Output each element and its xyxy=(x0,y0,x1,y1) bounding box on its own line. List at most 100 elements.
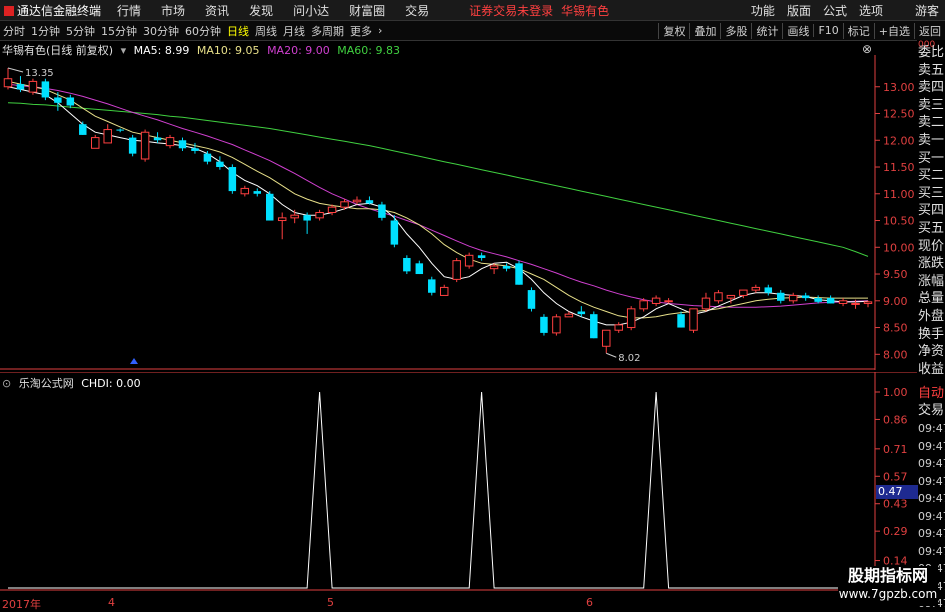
date-april: 4 xyxy=(108,596,115,609)
app-logo-icon xyxy=(4,6,14,16)
period-weekly[interactable]: 周线 xyxy=(252,23,280,39)
candle-body-60 xyxy=(751,286,761,291)
period-intraday[interactable]: 分时 xyxy=(0,23,28,39)
period-60min[interactable]: 60分钟 xyxy=(182,23,224,39)
sub-y-tick-label-2: 0.29 xyxy=(883,525,908,538)
btn-f10[interactable]: F10 xyxy=(813,24,842,37)
menu-options[interactable]: 选项 xyxy=(853,2,889,19)
panel-item-0[interactable]: 委比 xyxy=(918,45,944,61)
panel-item-13[interactable]: 涨幅 xyxy=(918,274,944,290)
menu-formula[interactable]: 公式 xyxy=(817,2,853,19)
panel-auto[interactable]: 自动 xyxy=(918,386,944,402)
panel-item-3[interactable]: 卖三 xyxy=(918,98,944,114)
candle-body-48 xyxy=(602,329,611,347)
btn-overlay[interactable]: 叠加 xyxy=(689,22,720,39)
panel-item-5[interactable]: 卖一 xyxy=(918,133,944,149)
candle-body-20 xyxy=(253,191,262,194)
panel-item-9[interactable]: 买四 xyxy=(918,203,944,219)
menu-bar: 通达信金融终端 行情 市场 资讯 发现 问小达 财富圈 交易 证券交易未登录 华… xyxy=(0,0,945,21)
btn-multi-stock[interactable]: 多股 xyxy=(720,22,751,39)
btn-add-favorite[interactable]: +自选 xyxy=(873,22,914,39)
btn-mark[interactable]: 标记 xyxy=(842,22,874,39)
candlestick-chart[interactable]: 8.00 8.50 9.00 9.50 10.00 10.50 11.00 11.50 12.0… xyxy=(0,55,917,370)
candle-body-29 xyxy=(365,200,374,204)
btn-back[interactable]: 返回 xyxy=(914,22,945,39)
period-15min[interactable]: 15分钟 xyxy=(98,23,140,39)
period-more[interactable]: 更多 xyxy=(347,23,375,39)
menu-layout[interactable]: 版面 xyxy=(781,2,817,19)
candle-body-59 xyxy=(739,289,748,296)
chevron-right-icon[interactable]: › xyxy=(375,24,385,37)
panel-item-15[interactable]: 外盘 xyxy=(918,309,944,325)
candle-body-24 xyxy=(303,215,311,221)
user-label[interactable]: 游客 xyxy=(909,2,945,19)
watermark-logo: 股期指标网 www.7gpzb.com xyxy=(838,566,938,606)
panel-item-8[interactable]: 买三 xyxy=(918,186,944,202)
candle-body-21 xyxy=(266,193,274,221)
candle-body-65 xyxy=(814,298,822,302)
menu-item-ask[interactable]: 问小达 xyxy=(283,2,339,19)
period-1min[interactable]: 1分钟 xyxy=(28,23,63,39)
menu-item-wealth[interactable]: 财富圈 xyxy=(339,2,395,19)
candle-body-5 xyxy=(66,97,75,106)
panel-item-12[interactable]: 涨跌 xyxy=(918,256,944,272)
panel-item-18[interactable]: 收益 xyxy=(918,362,944,378)
y-tick-label-3: 9.50 xyxy=(883,268,908,281)
date-may: 5 xyxy=(327,596,334,609)
panel-item-2[interactable]: 卖四 xyxy=(918,80,944,96)
btn-draw-line[interactable]: 画线 xyxy=(782,22,813,39)
period-30min[interactable]: 30分钟 xyxy=(140,23,182,39)
candle-body-0 xyxy=(3,78,13,88)
sub-y-tick-label-6: 0.86 xyxy=(883,413,908,426)
candle-body-49 xyxy=(614,324,623,331)
low-marker-line xyxy=(606,352,617,358)
menu-function[interactable]: 功能 xyxy=(745,2,781,19)
date-june: 6 xyxy=(586,596,593,609)
btn-statistics[interactable]: 统计 xyxy=(751,22,782,39)
y-tick-label-1: 8.50 xyxy=(883,322,908,335)
panel-time-3: 09:47 xyxy=(918,474,945,488)
panel-item-16[interactable]: 换手 xyxy=(918,327,944,343)
panel-item-14[interactable]: 总量 xyxy=(918,291,944,307)
menu-item-quotes[interactable]: 行情 xyxy=(107,2,151,19)
stock-name: 华锡有色 xyxy=(561,3,610,18)
candle-body-18 xyxy=(228,167,237,192)
panel-time-6: 09:47 xyxy=(918,527,945,540)
btn-restore-rights[interactable]: 复权 xyxy=(658,22,689,39)
menu-item-trade[interactable]: 交易 xyxy=(395,2,439,19)
y-tick-label-4: 10.00 xyxy=(883,241,915,254)
panel-item-7[interactable]: 买二 xyxy=(918,168,944,184)
candle-body-37 xyxy=(464,254,474,267)
panel-item-1[interactable]: 卖五 xyxy=(918,63,944,79)
app-title-text: 通达信金融终端 xyxy=(17,3,102,18)
panel-time-1: 09:47 xyxy=(918,439,945,453)
chart-close-icon[interactable]: ⊗ xyxy=(862,42,872,56)
candle-body-45 xyxy=(564,313,574,318)
y-tick-label-9: 12.50 xyxy=(883,108,915,121)
candle-body-12 xyxy=(153,137,162,141)
period-monthly[interactable]: 月线 xyxy=(280,23,308,39)
candle-body-62 xyxy=(777,292,785,301)
candle-body-54 xyxy=(677,314,685,328)
panel-item-4[interactable]: 卖二 xyxy=(918,115,944,131)
candle-body-26 xyxy=(327,206,337,214)
period-5min[interactable]: 5分钟 xyxy=(63,23,98,39)
panel-item-17[interactable]: 净资 xyxy=(918,344,944,360)
y-tick-label-0: 8.00 xyxy=(883,348,908,361)
candle-body-55 xyxy=(689,308,698,331)
event-marker-icon xyxy=(130,358,138,364)
toolbar-right: 复权 叠加 多股 统计 画线 F10 标记 +自选 返回 xyxy=(658,21,945,40)
indicator-chart[interactable]: 0.000.140.290.430.570.710.861.00 xyxy=(0,372,917,591)
candle-body-34 xyxy=(428,279,436,293)
panel-trade[interactable]: 交易 xyxy=(918,403,944,419)
menu-item-news[interactable]: 资讯 xyxy=(195,2,239,19)
candle-body-11 xyxy=(140,131,150,160)
menu-item-market[interactable]: 市场 xyxy=(151,2,195,19)
login-notice[interactable]: 证券交易未登录 xyxy=(469,2,553,19)
panel-item-11[interactable]: 现价 xyxy=(918,239,944,255)
period-daily[interactable]: 日线 xyxy=(224,23,252,39)
panel-item-6[interactable]: 买一 xyxy=(918,151,944,167)
panel-item-10[interactable]: 买五 xyxy=(918,221,944,237)
menu-item-discover[interactable]: 发现 xyxy=(239,2,283,19)
period-multi[interactable]: 多周期 xyxy=(308,23,347,39)
